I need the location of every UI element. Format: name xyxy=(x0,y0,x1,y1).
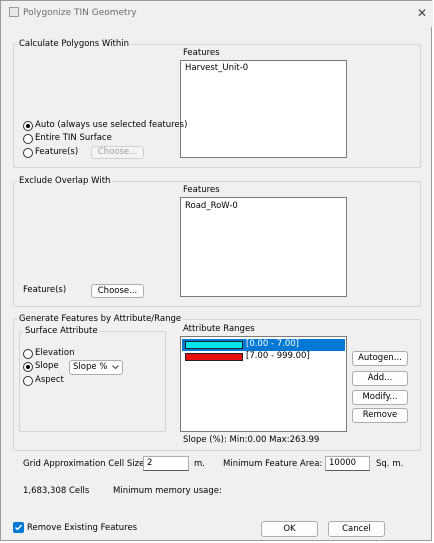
aspect-option-label[interactable]: Aspect xyxy=(35,375,64,385)
remove-existing-label[interactable]: Remove Existing Features xyxy=(27,523,137,533)
range-label: [7.00 - 999.00] xyxy=(246,351,310,361)
cell-size-input[interactable]: 2 xyxy=(143,456,189,471)
list-item[interactable]: Harvest_Unit-0 xyxy=(185,63,248,73)
ok-button[interactable]: OK xyxy=(261,521,318,537)
auto-radio[interactable] xyxy=(23,121,33,131)
slope-unit-select[interactable]: Slope % xyxy=(69,360,123,375)
features-radio[interactable] xyxy=(23,148,33,158)
range-label: [0.00 - 7.00] xyxy=(246,339,299,349)
slope-stats-text: Slope (%): Min:0.00 Max:263.99 xyxy=(183,435,320,445)
remove-range-button[interactable]: Remove xyxy=(352,408,408,423)
cells-count-text: 1,683,308 Cells xyxy=(23,486,90,496)
list-item[interactable]: Road_RoW-0 xyxy=(185,201,238,211)
attribute-ranges-list[interactable]: [0.00 - 7.00] [7.00 - 999.00] xyxy=(180,336,347,432)
features-option-label[interactable]: Feature(s) xyxy=(35,147,78,157)
elevation-option-label[interactable]: Elevation xyxy=(35,348,74,358)
slope-option-label[interactable]: Slope xyxy=(35,361,59,371)
cancel-button[interactable]: Cancel xyxy=(328,521,385,537)
exclude-features-list[interactable]: Road_RoW-0 xyxy=(180,197,347,297)
checkmark-icon xyxy=(15,524,23,531)
generate-features-legend: Generate Features by Attribute/Range xyxy=(19,314,182,324)
polygonize-dialog: Polygonize TIN Geometry ✕ Calculate Poly… xyxy=(0,0,433,541)
title-bar: Polygonize TIN Geometry ✕ xyxy=(1,1,433,27)
calculate-polygons-legend: Calculate Polygons Within xyxy=(19,39,129,49)
chevron-down-icon xyxy=(112,361,119,378)
modify-range-button[interactable]: Modify... xyxy=(352,390,408,405)
autogen-button[interactable]: Autogen... xyxy=(352,351,408,366)
app-icon xyxy=(9,7,19,20)
window-title: Polygonize TIN Geometry xyxy=(23,8,137,18)
close-icon[interactable]: ✕ xyxy=(413,5,431,21)
min-area-input[interactable]: 10000 xyxy=(325,456,370,471)
min-area-label: Minimum Feature Area: xyxy=(223,459,323,469)
min-area-unit: Sq. m. xyxy=(376,459,404,469)
list-item[interactable]: [0.00 - 7.00] xyxy=(182,339,345,351)
calc-features-list[interactable]: Harvest_Unit-0 xyxy=(180,60,347,158)
memory-usage-text: Minimum memory usage: xyxy=(113,486,222,496)
elevation-radio[interactable] xyxy=(23,349,33,359)
range-color-swatch xyxy=(185,353,243,361)
cell-size-label: Grid Approximation Cell Size: xyxy=(23,459,148,469)
aspect-radio[interactable] xyxy=(23,376,33,386)
auto-option-label[interactable]: Auto (always use selected features) xyxy=(35,120,187,130)
list-item[interactable]: [7.00 - 999.00] xyxy=(182,351,345,363)
remove-existing-checkbox[interactable] xyxy=(13,522,24,533)
calc-features-label: Features xyxy=(183,48,220,58)
calc-choose-button[interactable]: Choose... xyxy=(91,146,144,159)
exclude-overlap-legend: Exclude Overlap With xyxy=(19,176,111,186)
slope-unit-value: Slope % xyxy=(73,362,108,372)
exclude-features-label: Features xyxy=(183,185,220,195)
slope-radio[interactable] xyxy=(23,362,33,372)
add-range-button[interactable]: Add... xyxy=(352,371,408,386)
exclude-features-field-label: Feature(s) xyxy=(23,285,67,295)
attribute-ranges-label: Attribute Ranges xyxy=(183,324,255,334)
exclude-choose-button[interactable]: Choose... xyxy=(91,284,144,298)
entire-tin-radio[interactable] xyxy=(23,134,33,144)
entire-tin-option-label[interactable]: Entire TIN Surface xyxy=(35,133,112,143)
range-color-swatch xyxy=(185,341,243,349)
cell-size-unit: m. xyxy=(194,459,205,469)
surface-attribute-legend: Surface Attribute xyxy=(25,326,98,336)
